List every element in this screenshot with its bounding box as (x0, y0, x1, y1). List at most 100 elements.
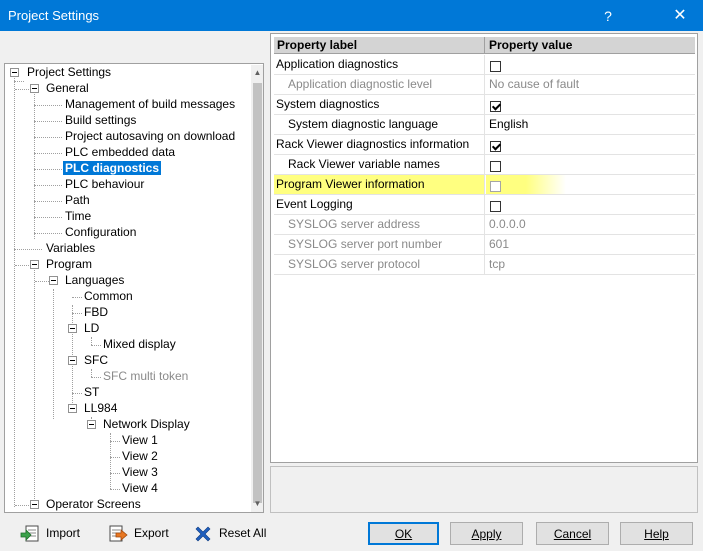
import-icon (20, 524, 40, 544)
rack-viewer-diagnostics-checkbox[interactable] (490, 141, 501, 152)
tree-item-program[interactable]: Program (44, 256, 94, 272)
scroll-up-icon[interactable]: ▲ (253, 66, 262, 80)
tree-item-plc-behaviour[interactable]: PLC behaviour (63, 176, 146, 192)
expander-sfc[interactable] (68, 356, 77, 365)
tree-item-fbd[interactable]: FBD (82, 304, 110, 320)
window-title: Project Settings (8, 8, 100, 23)
property-row-syslog-server-address[interactable]: SYSLOG server address 0.0.0.0 (274, 215, 695, 235)
tree-item-view-1[interactable]: View 1 (120, 432, 160, 448)
reset-all-label: Reset All (219, 526, 267, 540)
property-label: System diagnostics (274, 95, 485, 114)
property-value: 601 (489, 237, 510, 251)
expander-network-display[interactable] (87, 420, 96, 429)
tree-item-st[interactable]: ST (82, 384, 101, 400)
tree-item-label: Project autosaving on download (65, 129, 236, 143)
tree-item-label: Project Settings (27, 65, 112, 79)
property-row-application-diagnostic-level[interactable]: Application diagnostic level No cause of… (274, 75, 695, 95)
tree-item-label: Time (65, 209, 92, 223)
property-value[interactable]: English (486, 115, 695, 134)
tree-item-label: View 2 (122, 449, 158, 463)
property-row-system-diagnostic-language[interactable]: System diagnostic language English (274, 115, 695, 135)
column-header-label[interactable]: Property label (274, 37, 485, 54)
tree-item-label: PLC diagnostics (63, 161, 162, 175)
property-label: Program Viewer information (274, 175, 485, 194)
event-logging-checkbox[interactable] (490, 201, 501, 212)
export-button[interactable]: Export (108, 522, 169, 544)
tree-item-label: Build settings (65, 113, 137, 127)
property-label: SYSLOG server address (274, 215, 485, 234)
close-button[interactable]: ✕ (666, 4, 694, 28)
property-label: Rack Viewer diagnostics information (274, 135, 485, 154)
property-value: tcp (489, 257, 506, 271)
column-header-value[interactable]: Property value (486, 37, 695, 54)
tree-item-view-3[interactable]: View 3 (120, 464, 160, 480)
property-grid: Property label Property value Applicatio… (270, 33, 698, 463)
tree-item-general[interactable]: General (44, 80, 91, 96)
tree-item-time[interactable]: Time (63, 208, 93, 224)
rack-viewer-variable-names-checkbox[interactable] (490, 161, 501, 172)
scroll-down-icon[interactable]: ▼ (253, 497, 262, 511)
tree-item-label: Mixed display (103, 337, 176, 351)
property-row-rack-viewer-diagnostics[interactable]: Rack Viewer diagnostics information (274, 135, 695, 155)
tree-item-label: FBD (84, 305, 108, 319)
import-button[interactable]: Import (20, 522, 80, 544)
property-row-program-viewer-information[interactable]: Program Viewer information (274, 175, 695, 195)
tree-item-view-2[interactable]: View 2 (120, 448, 160, 464)
expander-operator-screens[interactable] (30, 500, 39, 509)
property-row-application-diagnostics[interactable]: Application diagnostics (274, 55, 695, 75)
help-button[interactable]: Help (620, 522, 693, 545)
tree-item-sfc[interactable]: SFC (82, 352, 110, 368)
program-viewer-information-checkbox[interactable] (490, 181, 501, 192)
tree-item-plc-diagnostics[interactable]: PLC diagnostics (63, 160, 162, 176)
tree-scrollbar[interactable]: ▲ ▼ (251, 65, 263, 512)
settings-tree[interactable]: Project Settings General Management of b… (4, 63, 264, 513)
tree-item-label: LL984 (84, 401, 118, 415)
tree-item-management-build-messages[interactable]: Management of build messages (63, 96, 237, 112)
tree-item-label: SFC multi token (103, 369, 189, 383)
property-row-syslog-server-port[interactable]: SYSLOG server port number 601 (274, 235, 695, 255)
tree-item-operator-screens[interactable]: Operator Screens (44, 496, 143, 512)
tree-item-sfc-multi-token[interactable]: SFC multi token (101, 368, 190, 384)
tree-item-languages[interactable]: Languages (63, 272, 126, 288)
expander-project-settings[interactable] (10, 68, 19, 77)
tree-item-label: Program (46, 257, 93, 271)
apply-button[interactable]: Apply (450, 522, 523, 545)
tree-item-variables[interactable]: Variables (44, 240, 97, 256)
tree-item-view-4[interactable]: View 4 (120, 480, 160, 496)
property-row-system-diagnostics[interactable]: System diagnostics (274, 95, 695, 115)
application-diagnostics-checkbox[interactable] (490, 61, 501, 72)
import-label: Import (46, 526, 81, 540)
tree-item-label: ST (84, 385, 100, 399)
apply-label: Apply (471, 527, 502, 541)
tree-item-common[interactable]: Common (82, 288, 135, 304)
cancel-button[interactable]: Cancel (536, 522, 609, 545)
expander-ll984[interactable] (68, 404, 77, 413)
expander-languages[interactable] (49, 276, 58, 285)
property-row-syslog-server-protocol[interactable]: SYSLOG server protocol tcp (274, 255, 695, 275)
tree-item-project-settings[interactable]: Project Settings (25, 64, 113, 80)
help-question-button[interactable]: ? (596, 4, 620, 28)
tree-item-network-display[interactable]: Network Display (101, 416, 192, 432)
expander-ld[interactable] (68, 324, 77, 333)
scroll-thumb[interactable] (253, 83, 262, 503)
tree-item-label: Configuration (65, 225, 137, 239)
tree-item-ll984[interactable]: LL984 (82, 400, 119, 416)
tree-item-configuration[interactable]: Configuration (63, 224, 138, 240)
tree-item-label: General (46, 81, 89, 95)
help-label: Help (644, 527, 669, 541)
tree-item-ld[interactable]: LD (82, 320, 101, 336)
property-row-event-logging[interactable]: Event Logging (274, 195, 695, 215)
tree-item-project-autosaving[interactable]: Project autosaving on download (63, 128, 237, 144)
tree-item-path[interactable]: Path (63, 192, 92, 208)
expander-program[interactable] (30, 260, 39, 269)
tree-item-label: Path (65, 193, 90, 207)
tree-item-plc-embedded-data[interactable]: PLC embedded data (63, 144, 177, 160)
tree-item-mixed-display[interactable]: Mixed display (101, 336, 178, 352)
expander-general[interactable] (30, 84, 39, 93)
ok-button[interactable]: OK (368, 522, 439, 545)
reset-all-button[interactable]: Reset All (193, 522, 266, 544)
system-diagnostics-checkbox[interactable] (490, 101, 501, 112)
tree-item-label: Common (84, 289, 133, 303)
property-row-rack-viewer-variable-names[interactable]: Rack Viewer variable names (274, 155, 695, 175)
tree-item-build-settings[interactable]: Build settings (63, 112, 138, 128)
